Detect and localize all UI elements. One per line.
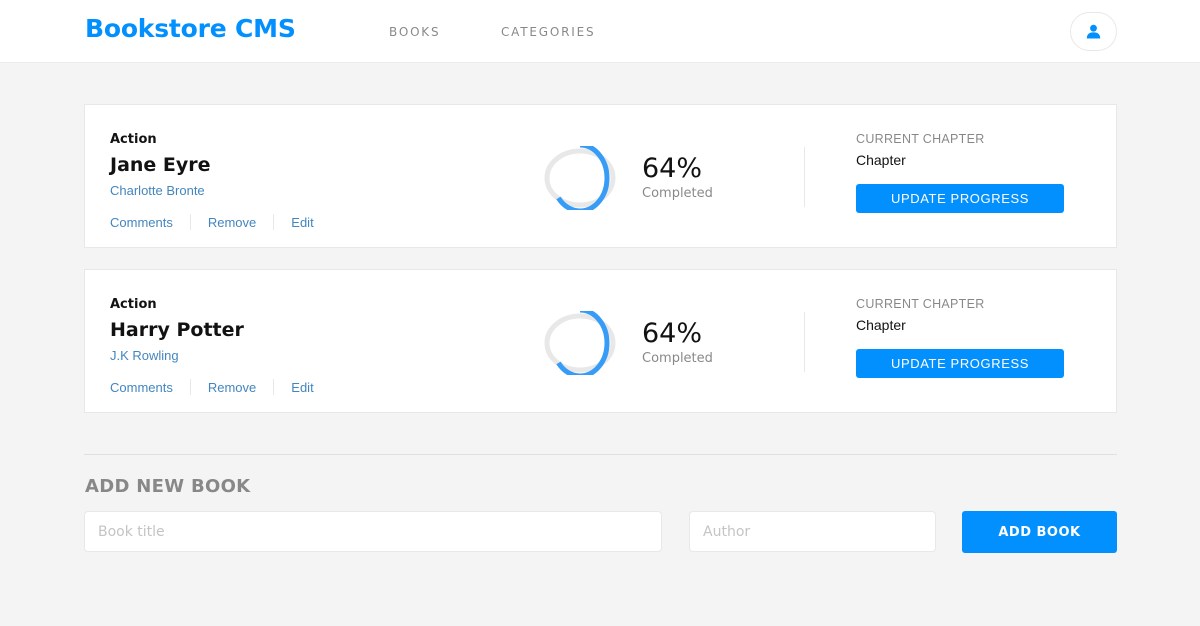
user-profile-button[interactable] bbox=[1070, 12, 1117, 51]
book-title-input[interactable] bbox=[84, 511, 662, 552]
progress-ring bbox=[544, 311, 616, 375]
update-progress-button[interactable]: UPDATE PROGRESS bbox=[856, 349, 1064, 378]
remove-button[interactable]: Remove bbox=[208, 380, 256, 395]
action-divider bbox=[189, 214, 191, 230]
action-divider bbox=[189, 379, 191, 395]
book-author[interactable]: Charlotte Bronte bbox=[110, 183, 205, 198]
vertical-divider bbox=[804, 147, 805, 207]
progress-completed-label: Completed bbox=[642, 186, 713, 201]
book-actions: Comments Remove Edit bbox=[110, 214, 314, 230]
nav-books-link[interactable]: BOOKS bbox=[389, 25, 440, 39]
vertical-divider bbox=[804, 312, 805, 372]
progress-percent: 64% bbox=[642, 318, 703, 349]
page: Bookstore CMS BOOKS CATEGORIES Action Ja… bbox=[0, 0, 1200, 626]
book-author[interactable]: J.K Rowling bbox=[110, 348, 179, 363]
app-logo[interactable]: Bookstore CMS bbox=[85, 14, 296, 43]
comments-button[interactable]: Comments bbox=[110, 380, 173, 395]
current-chapter-value: Chapter bbox=[856, 317, 906, 333]
edit-button[interactable]: Edit bbox=[291, 380, 313, 395]
book-card: Action Harry Potter J.K Rowling Comments… bbox=[84, 269, 1117, 413]
book-category: Action bbox=[110, 132, 157, 147]
action-divider bbox=[273, 379, 275, 395]
update-progress-button[interactable]: UPDATE PROGRESS bbox=[856, 184, 1064, 213]
book-category: Action bbox=[110, 297, 157, 312]
user-icon bbox=[1086, 24, 1101, 39]
edit-button[interactable]: Edit bbox=[291, 215, 313, 230]
section-divider bbox=[84, 454, 1117, 455]
book-actions: Comments Remove Edit bbox=[110, 379, 314, 395]
nav-categories-link[interactable]: CATEGORIES bbox=[501, 25, 595, 39]
action-divider bbox=[273, 214, 275, 230]
comments-button[interactable]: Comments bbox=[110, 215, 173, 230]
current-chapter-label: CURRENT CHAPTER bbox=[856, 132, 985, 146]
progress-completed-label: Completed bbox=[642, 351, 713, 366]
progress-ring bbox=[544, 146, 616, 210]
add-book-button[interactable]: ADD BOOK bbox=[962, 511, 1117, 553]
progress-percent: 64% bbox=[642, 153, 703, 184]
book-title: Jane Eyre bbox=[110, 154, 211, 176]
current-chapter-label: CURRENT CHAPTER bbox=[856, 297, 985, 311]
book-title: Harry Potter bbox=[110, 319, 244, 341]
remove-button[interactable]: Remove bbox=[208, 215, 256, 230]
add-book-heading: ADD NEW BOOK bbox=[85, 476, 251, 497]
top-navbar: Bookstore CMS BOOKS CATEGORIES bbox=[0, 0, 1200, 63]
current-chapter-value: Chapter bbox=[856, 152, 906, 168]
author-input[interactable] bbox=[689, 511, 936, 552]
book-card: Action Jane Eyre Charlotte Bronte Commen… bbox=[84, 104, 1117, 248]
